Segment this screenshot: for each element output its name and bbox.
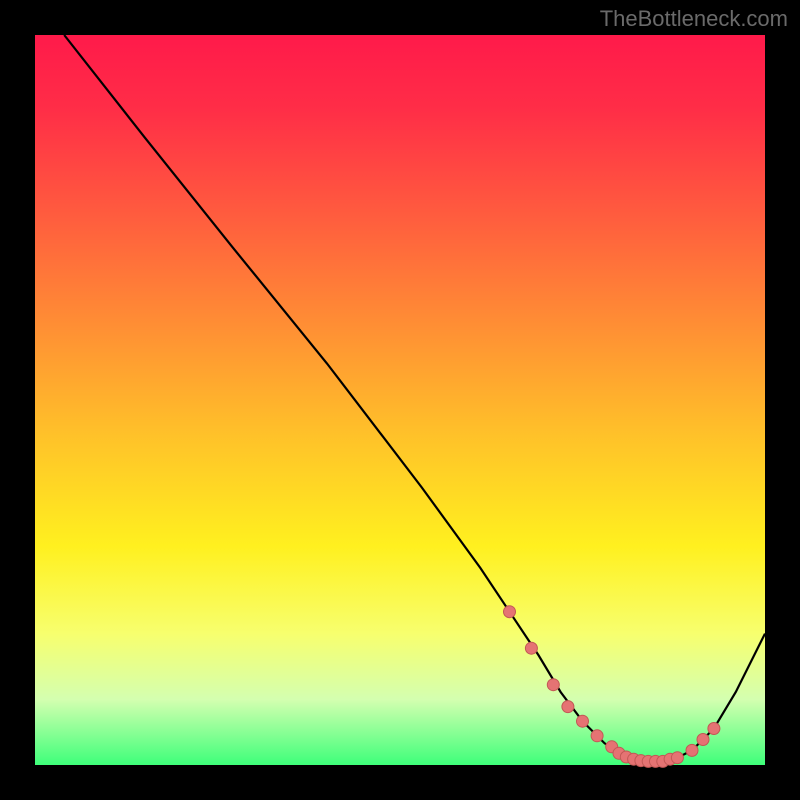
plot-area [35,35,765,765]
trough-marker [547,679,559,691]
trough-marker [686,744,698,756]
trough-marker-group [504,606,720,768]
trough-marker [562,701,574,713]
trough-marker [671,752,683,764]
watermark-text: TheBottleneck.com [600,6,788,32]
trough-marker [577,715,589,727]
chart-frame: TheBottleneck.com [0,0,800,800]
trough-marker [697,734,709,746]
trough-marker [591,730,603,742]
curve-svg [35,35,765,765]
trough-marker [504,606,516,618]
bottleneck-curve [64,35,765,761]
trough-marker [708,723,720,735]
trough-marker [525,642,537,654]
